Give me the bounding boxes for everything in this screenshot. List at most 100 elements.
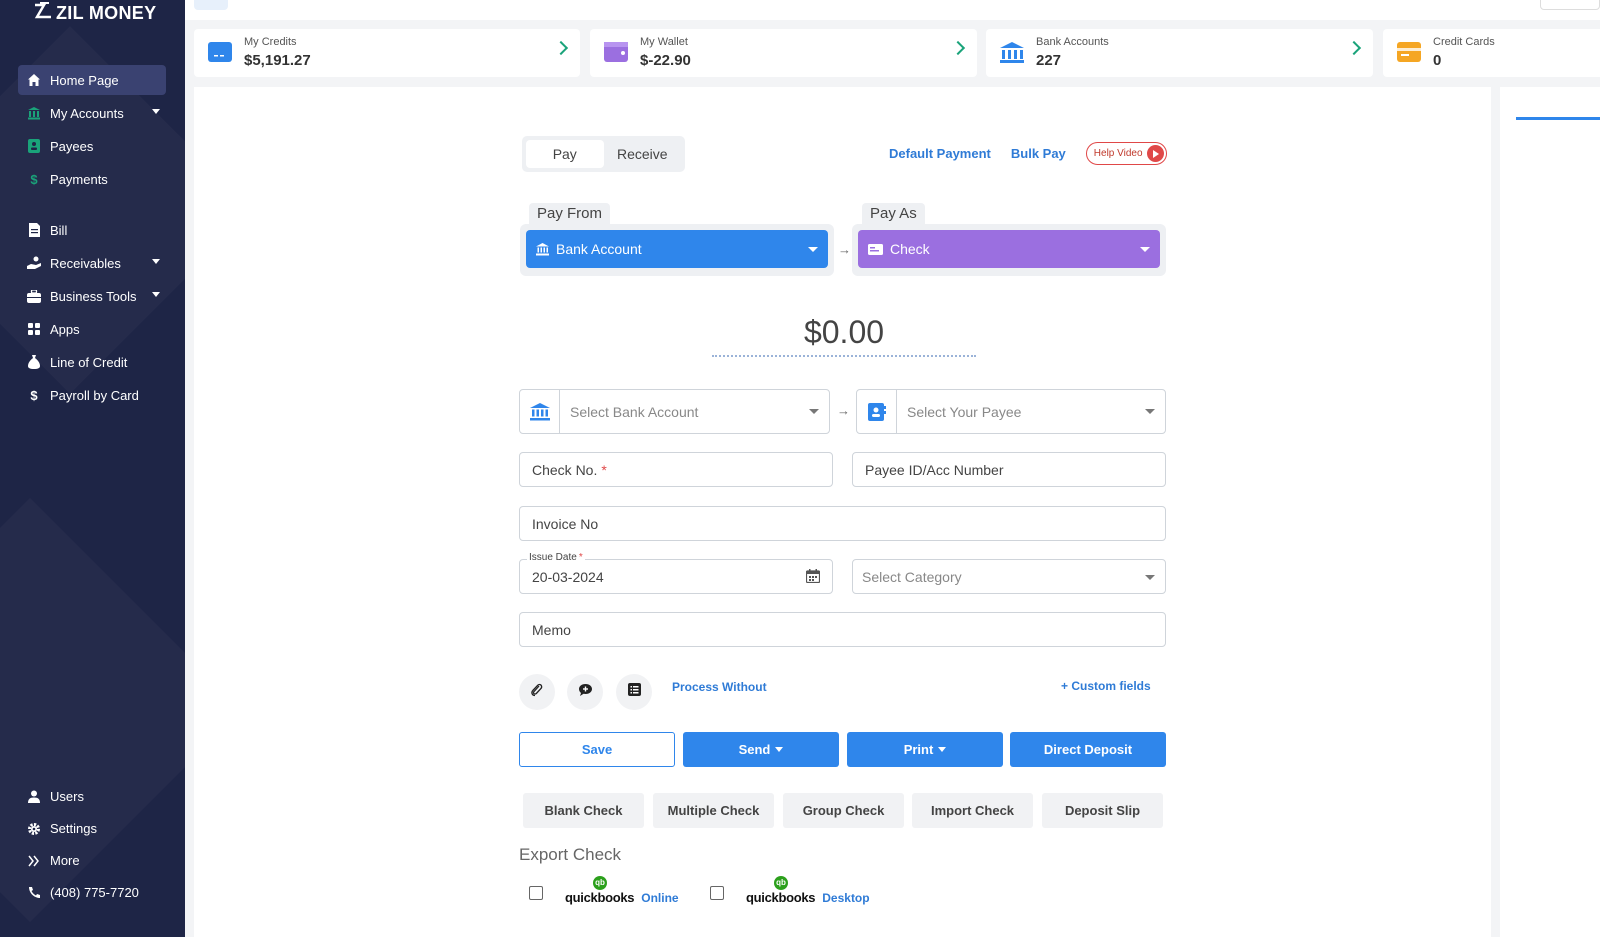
chevron-right-icon	[553, 40, 569, 56]
export-quickbooks-desktop: qb quickbooks Desktop	[710, 875, 870, 908]
category-select[interactable]: Select Category	[852, 559, 1166, 594]
sidebar-item-home-page[interactable]: Home Page	[18, 65, 166, 95]
send-label: Send	[738, 742, 771, 757]
sidebar-item-settings[interactable]: Settings	[18, 814, 166, 843]
chevron-down-icon	[808, 247, 818, 252]
sidebar-item-receivables[interactable]: Receivables	[18, 248, 166, 278]
check-icon	[868, 243, 883, 255]
export-desktop-checkbox[interactable]	[710, 886, 724, 900]
export-online-checkbox[interactable]	[529, 886, 543, 900]
sidebar-item-label: Apps	[50, 321, 80, 337]
deposit-slip-button[interactable]: Deposit Slip	[1042, 793, 1163, 828]
process-without-link[interactable]: Process Without	[672, 680, 767, 694]
sidebar-item-label: More	[50, 853, 80, 868]
help-video-label: Help Video	[1093, 148, 1143, 159]
issue-date-value: 20-03-2024	[532, 568, 604, 585]
field-placeholder: Invoice No	[532, 515, 599, 532]
summary-card-my-wallet[interactable]: My Wallet $-22.90	[590, 29, 977, 77]
summary-label: Credit Cards	[1433, 36, 1495, 48]
amount-input[interactable]: $0.00	[712, 314, 976, 357]
chevron-down-icon	[1145, 575, 1155, 580]
summary-value: 0	[1433, 52, 1442, 69]
home-icon	[26, 72, 42, 88]
brand-logo[interactable]: ZIL MONEY	[34, 2, 156, 25]
sidebar-item-apps[interactable]: Apps	[18, 314, 166, 344]
check-no-field[interactable]: Check No. *	[519, 452, 833, 487]
export-quickbooks-online: qb quickbooks Online	[529, 875, 679, 908]
sidebar-item-users[interactable]: Users	[18, 782, 166, 811]
sidebar-item-label: (408) 775-7720	[50, 885, 139, 900]
group-check-button[interactable]: Group Check	[783, 793, 904, 828]
sidebar-item-more[interactable]: More	[18, 846, 166, 875]
sidebar-item-label: Home Page	[50, 72, 119, 88]
payee-icon	[26, 138, 42, 154]
sidebar-item-business-tools[interactable]: Business Tools	[18, 281, 166, 311]
comment-button[interactable]	[567, 674, 603, 710]
chevron-down-icon	[152, 292, 160, 297]
gear-icon	[26, 821, 42, 837]
arrow-right-icon: →	[838, 242, 851, 257]
sidebar-item-payroll-by-card[interactable]: $ Payroll by Card	[18, 380, 166, 410]
sidebar-item-label: Payments	[50, 171, 108, 187]
sidebar-item-line-of-credit[interactable]: Line of Credit	[18, 347, 166, 377]
dollar-icon: $	[30, 171, 38, 187]
bank-icon	[536, 242, 549, 256]
summary-card-credit-cards[interactable]: Credit Cards 0	[1383, 29, 1600, 77]
sidebar-item-payees[interactable]: Payees	[18, 131, 166, 161]
pay-from-select[interactable]: Bank Account	[526, 230, 828, 268]
sidebar-item-label: Bill	[50, 222, 68, 238]
toolbox-icon	[26, 288, 42, 304]
bank-icon	[26, 105, 42, 121]
help-video-button[interactable]: Help Video	[1085, 142, 1167, 165]
back-button[interactable]	[194, 0, 228, 10]
receive-hand-icon	[26, 255, 42, 271]
tab-receive[interactable]: Receive	[604, 140, 682, 168]
pay-from-value: Bank Account	[556, 241, 642, 257]
quickbooks-logo: qb quickbooks Online	[565, 875, 679, 905]
default-payment-link[interactable]: Default Payment	[889, 146, 991, 161]
blank-check-button[interactable]: Blank Check	[523, 793, 644, 828]
zil-logo-icon	[34, 2, 52, 25]
sidebar-nav: Home Page My Accounts Payees $ Payments …	[18, 65, 166, 413]
sidebar-item-label: Users	[50, 789, 84, 804]
print-label: Print	[903, 742, 934, 757]
send-button[interactable]: Send	[683, 732, 839, 767]
bulk-pay-link[interactable]: Bulk Pay	[1011, 146, 1066, 161]
comment-plus-icon	[578, 683, 593, 702]
sidebar-item-phone[interactable]: (408) 775-7720	[18, 878, 166, 907]
summary-card-bank-accounts[interactable]: Bank Accounts 227	[986, 29, 1373, 77]
print-button[interactable]: Print	[847, 732, 1003, 767]
credit-card-icon	[1397, 42, 1421, 62]
pay-as-box: Check	[852, 224, 1166, 276]
top-right-control[interactable]	[1540, 0, 1600, 10]
wallet-icon	[604, 42, 628, 62]
payee-id-field[interactable]: Payee ID/Acc Number	[852, 452, 1166, 487]
invoice-no-field[interactable]: Invoice No	[519, 506, 1166, 541]
arrow-right-icon: →	[837, 403, 850, 418]
chevron-down-icon	[152, 259, 160, 264]
select-payee[interactable]: Select Your Payee	[856, 389, 1166, 434]
sidebar-item-my-accounts[interactable]: My Accounts	[18, 98, 166, 128]
memo-field[interactable]: Memo	[519, 612, 1166, 647]
direct-deposit-button[interactable]: Direct Deposit	[1010, 732, 1166, 767]
pay-as-select[interactable]: Check	[858, 230, 1160, 268]
list-button[interactable]	[616, 674, 652, 710]
calendar-icon[interactable]	[805, 569, 821, 584]
multiple-check-button[interactable]: Multiple Check	[653, 793, 774, 828]
brand-name: ZIL MONEY	[56, 3, 157, 23]
sidebar-item-payments[interactable]: $ Payments	[18, 164, 166, 194]
sidebar-item-bill[interactable]: Bill	[18, 215, 166, 245]
double-chevron-icon	[26, 853, 42, 869]
tab-pay[interactable]: Pay	[526, 140, 604, 168]
attach-button[interactable]	[519, 674, 555, 710]
save-button[interactable]: Save	[519, 732, 675, 767]
required-marker: *	[601, 461, 607, 478]
issue-date-field[interactable]: Issue Date * 20-03-2024	[519, 552, 833, 594]
custom-fields-link[interactable]: + Custom fields	[1061, 679, 1151, 693]
select-bank-account[interactable]: Select Bank Account	[519, 389, 830, 434]
summary-card-my-credits[interactable]: My Credits $5,191.27	[194, 29, 580, 77]
caret-down-icon	[775, 747, 784, 752]
import-check-button[interactable]: Import Check	[912, 793, 1033, 828]
chevron-right-icon	[1346, 40, 1362, 56]
play-icon	[1146, 145, 1164, 162]
